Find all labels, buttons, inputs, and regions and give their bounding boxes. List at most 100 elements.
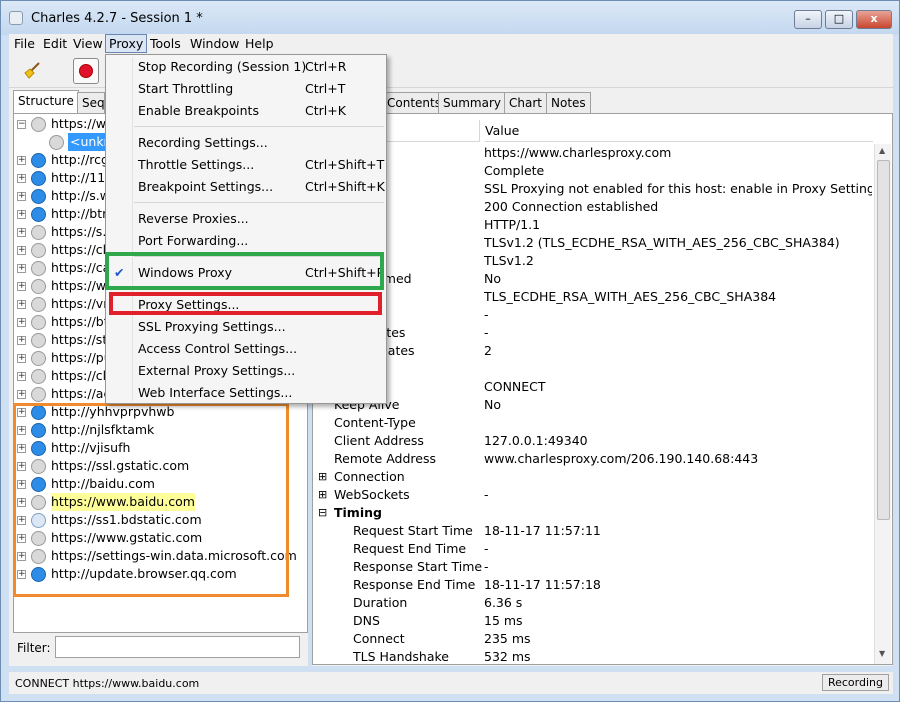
expand-toggle-icon[interactable]: ⊞ [318,468,327,486]
menu-item-web-interface-settings[interactable]: Web Interface Settings... [106,382,386,404]
filter-input[interactable] [55,636,300,658]
minimize-button[interactable]: – [794,10,822,29]
tree-row-label: http://rcg [51,152,109,167]
expand-toggle-icon[interactable]: + [17,246,26,255]
tree-row-label: https://cli [51,368,110,383]
expand-toggle-icon[interactable]: ⊞ [318,486,327,504]
menu-item-throttle-settings[interactable]: Throttle Settings... Ctrl+Shift+T [106,154,386,176]
property-name: Connect [353,631,405,646]
menu-help[interactable]: Help [242,35,277,52]
tree-row-label: https://vn [51,296,112,311]
menu-item-external-proxy-settings[interactable]: External Proxy Settings... [106,360,386,382]
globe-icon [31,153,46,168]
expand-toggle-icon[interactable]: + [17,264,26,273]
scrollbar-thumb[interactable] [877,160,890,520]
vertical-scrollbar[interactable]: ▲ ▼ [874,144,891,664]
tab-sequence[interactable]: Sequ [77,92,105,114]
menu-separator [134,126,384,127]
menu-item-label: SSL Proxying Settings... [138,319,286,334]
property-name: Request End Time [353,541,467,556]
menu-item-enable-breakpoints[interactable]: Enable Breakpoints Ctrl+K [106,100,386,122]
expand-toggle-icon[interactable]: + [17,300,26,309]
scroll-up-icon[interactable]: ▲ [879,146,885,155]
tree-row-label: http://btr [51,206,108,221]
menu-item-stop-recording-session-1[interactable]: Stop Recording (Session 1) Ctrl+R [106,56,386,78]
property-value: 15 ms [484,613,523,628]
lock-icon [31,297,46,312]
expand-toggle-icon[interactable]: − [17,120,26,129]
expand-toggle-icon[interactable]: + [17,390,26,399]
expand-toggle-icon[interactable]: + [17,354,26,363]
expand-toggle-icon[interactable]: ⊟ [318,504,327,522]
menu-item-start-throttling[interactable]: Start Throttling Ctrl+T [106,78,386,100]
menu-item-label: Enable Breakpoints [138,103,259,118]
menu-file[interactable]: File [11,35,38,52]
menu-item-port-forwarding[interactable]: Port Forwarding... [106,230,386,252]
menu-item-breakpoint-settings[interactable]: Breakpoint Settings... Ctrl+Shift+K [106,176,386,198]
status-bar: CONNECT https://www.baidu.com Recording [9,672,893,694]
menu-proxy[interactable]: Proxy [105,34,148,53]
menu-item-shortcut: Ctrl+K [305,103,346,118]
title-bar: Charles 4.2.7 - Session 1 * – □ x [1,1,899,35]
menu-edit[interactable]: Edit [40,35,70,52]
lock-icon [31,117,46,132]
expand-toggle-icon[interactable]: + [17,282,26,291]
menu-item-recording-settings[interactable]: Recording Settings... [106,132,386,154]
tab-notes[interactable]: Notes [546,92,591,114]
tree-row-label: https://w [51,116,107,131]
menu-item-ssl-proxying-settings[interactable]: SSL Proxying Settings... [106,316,386,338]
expand-toggle-icon[interactable]: + [17,318,26,327]
menu-item-label: Breakpoint Settings... [138,179,274,194]
property-value: 532 ms [484,649,531,664]
menu-item-label: Reverse Proxies... [138,211,249,226]
property-value: 235 ms [484,631,531,646]
lock-icon [31,387,46,402]
recording-indicator[interactable]: Recording [821,674,889,691]
close-button[interactable]: x [856,10,892,29]
expand-toggle-icon[interactable]: + [17,228,26,237]
menu-item-access-control-settings[interactable]: Access Control Settings... [106,338,386,360]
expand-toggle-icon[interactable]: + [17,336,26,345]
property-name: WebSockets [334,487,410,502]
property-value: - [484,559,489,574]
lock-icon [31,243,46,258]
property-value: TLSv1.2 (TLS_ECDHE_RSA_WITH_AES_256_CBC_… [484,235,840,250]
scroll-down-icon[interactable]: ▼ [879,649,885,658]
property-name: Request Start Time [353,523,473,538]
menu-item-label: Access Control Settings... [138,341,298,356]
expand-toggle-icon[interactable]: + [17,372,26,381]
property-name: Connection [334,469,405,484]
tree-row-label: https://pu [51,350,112,365]
maximize-button[interactable]: □ [825,10,853,29]
property-name: Content-Type [334,415,416,430]
lock-icon [31,333,46,348]
property-value: - [484,487,489,502]
value-column-header[interactable]: Value [485,120,873,142]
tab-structure[interactable]: Structure [13,90,79,114]
record-button[interactable] [73,58,99,84]
expand-toggle-icon[interactable]: + [17,174,26,183]
status-text: CONNECT https://www.baidu.com [15,677,200,690]
menu-window[interactable]: Window [187,35,242,52]
tree-row-label: https://bt [51,314,109,329]
lock-icon [31,369,46,384]
tab-contents[interactable]: Contents [382,92,446,114]
tab-summary[interactable]: Summary [438,92,506,114]
tab-chart[interactable]: Chart [504,92,547,114]
menu-item-label: Recording Settings... [138,135,268,150]
expand-toggle-icon[interactable]: + [17,156,26,165]
menu-view[interactable]: View [70,35,106,52]
window-title: Charles 4.2.7 - Session 1 * [31,11,203,26]
tree-row-label: https://w [51,278,107,293]
broom-icon[interactable] [23,61,41,79]
property-value: HTTP/1.1 [484,217,541,232]
expand-toggle-icon[interactable]: + [17,210,26,219]
charles-window: Charles 4.2.7 - Session 1 * – □ x File E… [0,0,900,702]
menu-item-reverse-proxies[interactable]: Reverse Proxies... [106,208,386,230]
globe-icon [31,189,46,204]
orange-highlight-box [13,403,289,597]
red-highlight-box [109,292,382,315]
property-name: Duration [353,595,408,610]
menu-tools[interactable]: Tools [147,35,184,52]
expand-toggle-icon[interactable]: + [17,192,26,201]
